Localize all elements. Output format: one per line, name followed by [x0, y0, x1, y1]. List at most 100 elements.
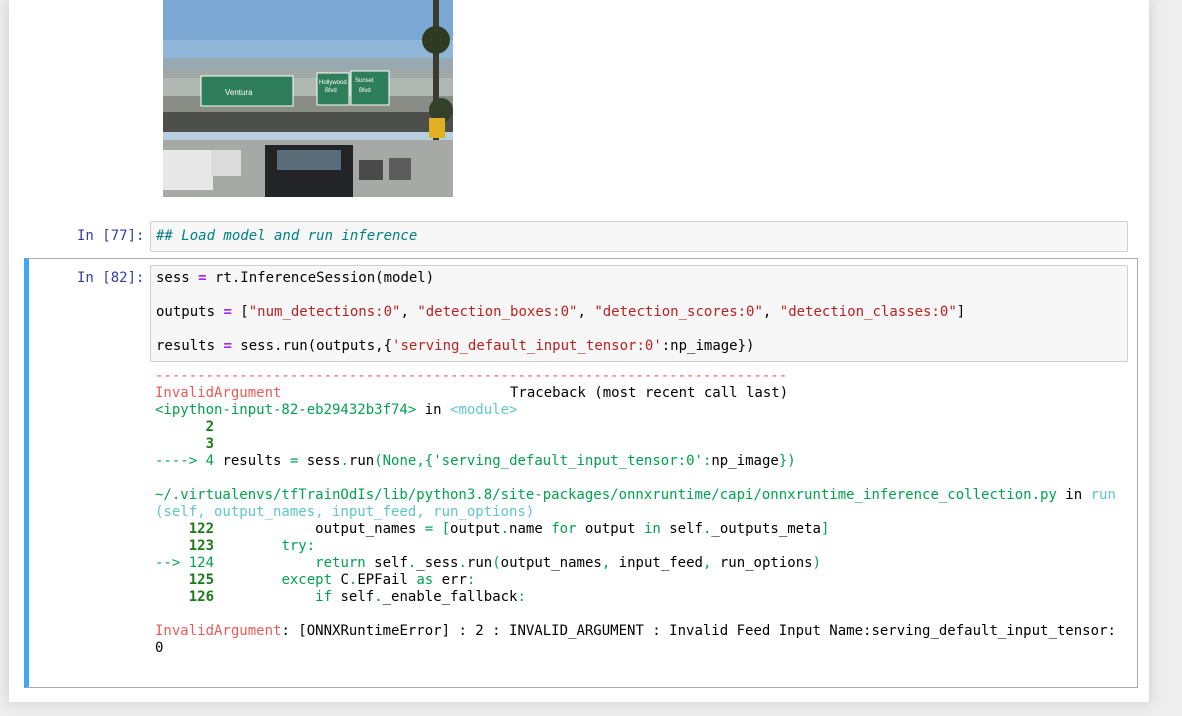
arrow-marker: ----> 4 [155, 453, 215, 469]
markdown-cell-input[interactable]: ## Load model and run inference [150, 221, 1128, 252]
code-string: 'serving_default_input_tensor:0' [392, 338, 662, 354]
input-ref: <ipython-input-82-eb29432b3f74> [155, 402, 417, 418]
code-cell-prompt: In [82]: [77, 270, 145, 286]
code-token: run [466, 555, 493, 571]
code-string: 'serving_default_input_tensor:0' [433, 453, 703, 469]
code-token: , [400, 304, 418, 320]
code-string: "detection_boxes:0" [417, 304, 578, 320]
in-word: in [416, 402, 451, 418]
traceback-frame-125: 125 except C.EPFail as err: [155, 572, 476, 589]
line-number: 126 [155, 589, 215, 605]
code-token: output [450, 521, 501, 537]
highway-photo: Ventura Hollywood Blvd Sunset Blvd [163, 0, 453, 197]
code-keyword: try: [214, 538, 316, 554]
traceback-header: InvalidArgument [155, 385, 281, 402]
svg-text:Ventura: Ventura [225, 88, 253, 97]
code-token: . [340, 453, 349, 469]
error-message: : [ONNXRuntimeError] : 2 : INVALID_ARGUM… [281, 623, 1116, 639]
traceback-file-args: (self, output_names, input_feed, run_opt… [155, 504, 535, 520]
code-token: run [348, 453, 375, 469]
traceback-line-2: 2 [155, 419, 215, 435]
code-token: np_image [711, 453, 779, 469]
markdown-cell-prompt: In [77]: [77, 228, 145, 244]
traceback-line-4: ----> 4 results = sess.run(None,{'servin… [155, 453, 796, 470]
code-token: }) [778, 453, 796, 469]
code-token: run_options [711, 555, 813, 571]
code-token: name [509, 521, 552, 537]
module-name: <module> [450, 402, 518, 418]
code-line-2: outputs = ["num_detections:0", "detectio… [156, 304, 965, 321]
traceback-frame-123: 123 try: [155, 538, 315, 555]
traceback-frame-126: 126 if self._enable_fallback: [155, 589, 526, 606]
code-token: ( [492, 555, 501, 571]
arrow-marker: --> 124 [155, 555, 215, 571]
function-name: run [1090, 487, 1116, 503]
code-keyword: return [214, 555, 366, 571]
traceback-final-error: InvalidArgument: [ONNXRuntimeError] : 2 … [155, 623, 1116, 640]
code-token: _outputs_meta [711, 521, 821, 537]
code-string: "num_detections:0" [248, 304, 401, 320]
traceback-header-right: Traceback (most recent call last) [510, 385, 789, 401]
code-token: [ [231, 304, 249, 320]
markdown-source: ## Load model and run inference [156, 228, 418, 244]
code-line-3: results = sess.run(outputs,{'serving_def… [156, 338, 754, 355]
line-number: 123 [155, 538, 215, 554]
code-operator: = [198, 270, 207, 286]
in-word: in [1056, 487, 1091, 503]
code-token: :np_image}) [661, 338, 755, 354]
code-keyword: if [214, 589, 333, 605]
code-token: . [458, 555, 467, 571]
error-name: InvalidArgument [155, 385, 282, 401]
svg-text:Hollywood: Hollywood [319, 80, 347, 86]
code-operator: = [223, 338, 232, 354]
code-token: sess [156, 270, 199, 286]
traceback-final-error-cont: 0 [155, 640, 164, 656]
code-token: . [374, 589, 383, 605]
code-token: : [517, 589, 526, 605]
code-token: : [466, 572, 476, 588]
code-token: self [332, 589, 375, 605]
code-operator: = [223, 304, 232, 320]
line-number: 122 [155, 521, 215, 537]
code-token: rt.InferenceSession(model) [206, 270, 435, 286]
traceback-frame-124: --> 124 return self._sess.run(output_nam… [155, 555, 821, 572]
code-token: EPFail [357, 572, 417, 588]
code-token: sess.run(outputs,{ [231, 338, 393, 354]
traceback-file-line: ~/.virtualenvs/tfTrainOdIs/lib/python3.8… [155, 487, 1116, 504]
code-token: . [500, 521, 510, 537]
code-token: output_names [214, 521, 425, 537]
code-line-1: sess = rt.InferenceSession(model) [156, 270, 434, 287]
code-token: C [332, 572, 349, 588]
error-name: InvalidArgument [155, 623, 282, 639]
code-token: self [365, 555, 408, 571]
svg-text:Blvd: Blvd [325, 88, 337, 94]
traceback-input-ref: <ipython-input-82-eb29432b3f74> in <modu… [155, 402, 517, 419]
code-token: _sess [416, 555, 459, 571]
file-path: ~/.virtualenvs/tfTrainOdIs/lib/python3.8… [155, 487, 1057, 503]
code-string: "detection_scores:0" [594, 304, 763, 320]
code-token: , [601, 555, 611, 571]
code-token: input_feed [610, 555, 703, 571]
code-keyword: except [214, 572, 333, 588]
code-token: output_names [500, 555, 602, 571]
code-token: (None,{ [374, 453, 434, 469]
code-token: , [577, 304, 595, 320]
code-keyword: as [416, 572, 434, 588]
svg-text:Sunset: Sunset [355, 78, 374, 84]
line-number: 125 [155, 572, 215, 588]
code-string: "detection_classes:0" [779, 304, 957, 320]
code-input-area[interactable]: sess = rt.InferenceSession(model) output… [150, 265, 1128, 362]
svg-text:Blvd: Blvd [359, 88, 371, 94]
code-token: ] [820, 521, 830, 537]
code-token: = [ [424, 521, 451, 537]
code-keyword: for [551, 521, 577, 537]
traceback-separator: ----------------------------------------… [155, 368, 788, 384]
code-token: outputs [156, 304, 224, 320]
code-keyword: in [643, 521, 661, 537]
code-token: self [660, 521, 703, 537]
output-image: Ventura Hollywood Blvd Sunset Blvd [163, 0, 453, 197]
code-token: sess [298, 453, 341, 469]
code-token: err [433, 572, 467, 588]
traceback-line-3: 3 [155, 436, 215, 452]
code-token: results [156, 338, 224, 354]
